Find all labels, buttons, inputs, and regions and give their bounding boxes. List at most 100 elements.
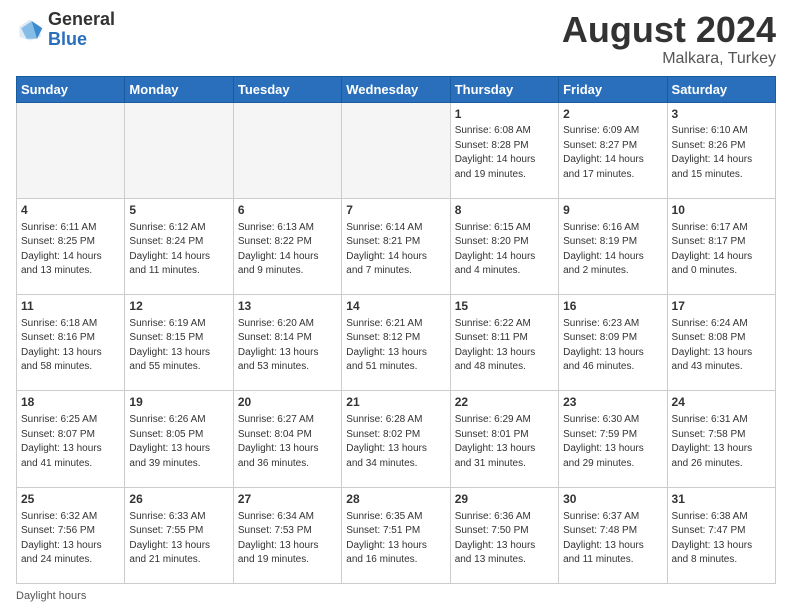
day-info: Sunrise: 6:34 AM Sunset: 7:53 PM Dayligh… [238, 510, 337, 568]
day-info: Sunrise: 6:17 AM Sunset: 8:17 PM Dayligh… [672, 221, 771, 279]
logo-icon [16, 16, 44, 44]
day-number: 14 [346, 298, 445, 315]
calendar-cell [125, 102, 233, 198]
page: General Blue August 2024 Malkara, Turkey… [0, 0, 792, 612]
header: General Blue August 2024 Malkara, Turkey [16, 10, 776, 68]
col-friday: Friday [559, 76, 667, 102]
day-number: 27 [238, 491, 337, 508]
day-number: 12 [129, 298, 228, 315]
calendar-week-3: 11 Sunrise: 6:18 AM Sunset: 8:16 PM Dayli… [17, 295, 776, 391]
day-number: 30 [563, 491, 662, 508]
calendar-cell: 4 Sunrise: 6:11 AM Sunset: 8:25 PM Daylig… [17, 198, 125, 294]
day-info: Sunrise: 6:24 AM Sunset: 8:08 PM Dayligh… [672, 317, 771, 375]
day-info: Sunrise: 6:36 AM Sunset: 7:50 PM Dayligh… [455, 510, 554, 568]
calendar-cell: 7 Sunrise: 6:14 AM Sunset: 8:21 PM Daylig… [342, 198, 450, 294]
day-number: 4 [21, 202, 120, 219]
logo-blue: Blue [48, 30, 115, 50]
day-info: Sunrise: 6:13 AM Sunset: 8:22 PM Dayligh… [238, 221, 337, 279]
calendar-cell: 22Sunrise: 6:29 AM Sunset: 8:01 PM Dayli… [450, 391, 558, 487]
day-number: 2 [563, 106, 662, 123]
col-sunday: Sunday [17, 76, 125, 102]
calendar-cell: 12 Sunrise: 6:19 AM Sunset: 8:15 PM Dayli… [125, 295, 233, 391]
day-number: 31 [672, 491, 771, 508]
calendar-cell: 27 Sunrise: 6:34 AM Sunset: 7:53 PM Dayli… [233, 487, 341, 583]
day-number: 9 [563, 202, 662, 219]
day-number: 24 [672, 394, 771, 411]
day-number: 3 [672, 106, 771, 123]
calendar-cell: 28Sunrise: 6:35 AM Sunset: 7:51 PM Dayli… [342, 487, 450, 583]
day-number: 6 [238, 202, 337, 219]
day-number: 5 [129, 202, 228, 219]
calendar-cell: 14 Sunrise: 6:21 AM Sunset: 8:12 PM Dayli… [342, 295, 450, 391]
day-info: Sunrise: 6:33 AM Sunset: 7:55 PM Dayligh… [129, 510, 228, 568]
day-info: Sunrise: 6:14 AM Sunset: 8:21 PM Dayligh… [346, 221, 445, 279]
calendar-cell: 31 Sunrise: 6:38 AM Sunset: 7:47 PM Dayli… [667, 487, 775, 583]
day-info: Sunrise: 6:12 AM Sunset: 8:24 PM Dayligh… [129, 221, 228, 279]
day-info: Sunrise: 6:37 AM Sunset: 7:48 PM Dayligh… [563, 510, 662, 568]
day-number: 7 [346, 202, 445, 219]
calendar-week-2: 4 Sunrise: 6:11 AM Sunset: 8:25 PM Daylig… [17, 198, 776, 294]
logo: General Blue [16, 10, 115, 50]
day-info: Sunrise: 6:26 AM Sunset: 8:05 PM Dayligh… [129, 413, 228, 471]
day-number: 16 [563, 298, 662, 315]
day-info: Sunrise: 6:11 AM Sunset: 8:25 PM Dayligh… [21, 221, 120, 279]
calendar-cell: 2Sunrise: 6:09 AM Sunset: 8:27 PM Daylig… [559, 102, 667, 198]
day-info: Sunrise: 6:28 AM Sunset: 8:02 PM Dayligh… [346, 413, 445, 471]
col-monday: Monday [125, 76, 233, 102]
day-number: 15 [455, 298, 554, 315]
calendar-cell: 11 Sunrise: 6:18 AM Sunset: 8:16 PM Dayli… [17, 295, 125, 391]
day-info: Sunrise: 6:31 AM Sunset: 7:58 PM Dayligh… [672, 413, 771, 471]
calendar-cell: 25 Sunrise: 6:32 AM Sunset: 7:56 PM Dayli… [17, 487, 125, 583]
day-number: 11 [21, 298, 120, 315]
location: Malkara, Turkey [562, 50, 776, 68]
calendar-week-1: 1Sunrise: 6:08 AM Sunset: 8:28 PM Daylig… [17, 102, 776, 198]
day-info: Sunrise: 6:18 AM Sunset: 8:16 PM Dayligh… [21, 317, 120, 375]
day-number: 19 [129, 394, 228, 411]
day-info: Sunrise: 6:08 AM Sunset: 8:28 PM Dayligh… [455, 124, 554, 182]
day-info: Sunrise: 6:22 AM Sunset: 8:11 PM Dayligh… [455, 317, 554, 375]
day-info: Sunrise: 6:29 AM Sunset: 8:01 PM Dayligh… [455, 413, 554, 471]
calendar-cell [342, 102, 450, 198]
calendar-cell: 1Sunrise: 6:08 AM Sunset: 8:28 PM Daylig… [450, 102, 558, 198]
day-info: Sunrise: 6:23 AM Sunset: 8:09 PM Dayligh… [563, 317, 662, 375]
calendar-cell: 19 Sunrise: 6:26 AM Sunset: 8:05 PM Dayli… [125, 391, 233, 487]
day-number: 28 [346, 491, 445, 508]
day-info: Sunrise: 6:25 AM Sunset: 8:07 PM Dayligh… [21, 413, 120, 471]
calendar-cell: 10 Sunrise: 6:17 AM Sunset: 8:17 PM Dayli… [667, 198, 775, 294]
calendar-cell: 3Sunrise: 6:10 AM Sunset: 8:26 PM Daylig… [667, 102, 775, 198]
day-number: 26 [129, 491, 228, 508]
day-info: Sunrise: 6:19 AM Sunset: 8:15 PM Dayligh… [129, 317, 228, 375]
day-number: 23 [563, 394, 662, 411]
day-info: Sunrise: 6:38 AM Sunset: 7:47 PM Dayligh… [672, 510, 771, 568]
calendar-cell: 6 Sunrise: 6:13 AM Sunset: 8:22 PM Daylig… [233, 198, 341, 294]
calendar-cell: 8 Sunrise: 6:15 AM Sunset: 8:20 PM Daylig… [450, 198, 558, 294]
col-tuesday: Tuesday [233, 76, 341, 102]
day-info: Sunrise: 6:09 AM Sunset: 8:27 PM Dayligh… [563, 124, 662, 182]
calendar-cell: 17Sunrise: 6:24 AM Sunset: 8:08 PM Dayli… [667, 295, 775, 391]
day-number: 18 [21, 394, 120, 411]
day-number: 1 [455, 106, 554, 123]
calendar-cell [233, 102, 341, 198]
calendar-cell: 20Sunrise: 6:27 AM Sunset: 8:04 PM Dayli… [233, 391, 341, 487]
footer: Daylight hours [16, 590, 776, 602]
day-info: Sunrise: 6:21 AM Sunset: 8:12 PM Dayligh… [346, 317, 445, 375]
calendar-week-5: 25 Sunrise: 6:32 AM Sunset: 7:56 PM Dayli… [17, 487, 776, 583]
calendar-cell: 30 Sunrise: 6:37 AM Sunset: 7:48 PM Dayli… [559, 487, 667, 583]
month-title: August 2024 [562, 10, 776, 50]
calendar-cell: 18 Sunrise: 6:25 AM Sunset: 8:07 PM Dayli… [17, 391, 125, 487]
calendar-cell: 26 Sunrise: 6:33 AM Sunset: 7:55 PM Dayli… [125, 487, 233, 583]
day-info: Sunrise: 6:15 AM Sunset: 8:20 PM Dayligh… [455, 221, 554, 279]
day-info: Sunrise: 6:27 AM Sunset: 8:04 PM Dayligh… [238, 413, 337, 471]
day-info: Sunrise: 6:16 AM Sunset: 8:19 PM Dayligh… [563, 221, 662, 279]
calendar-table: Sunday Monday Tuesday Wednesday Thursday… [16, 76, 776, 584]
col-thursday: Thursday [450, 76, 558, 102]
calendar-cell: 9 Sunrise: 6:16 AM Sunset: 8:19 PM Daylig… [559, 198, 667, 294]
day-number: 13 [238, 298, 337, 315]
day-number: 10 [672, 202, 771, 219]
day-number: 8 [455, 202, 554, 219]
day-number: 25 [21, 491, 120, 508]
logo-general: General [48, 10, 115, 30]
calendar-cell: 5 Sunrise: 6:12 AM Sunset: 8:24 PM Daylig… [125, 198, 233, 294]
calendar-cell [17, 102, 125, 198]
day-info: Sunrise: 6:32 AM Sunset: 7:56 PM Dayligh… [21, 510, 120, 568]
